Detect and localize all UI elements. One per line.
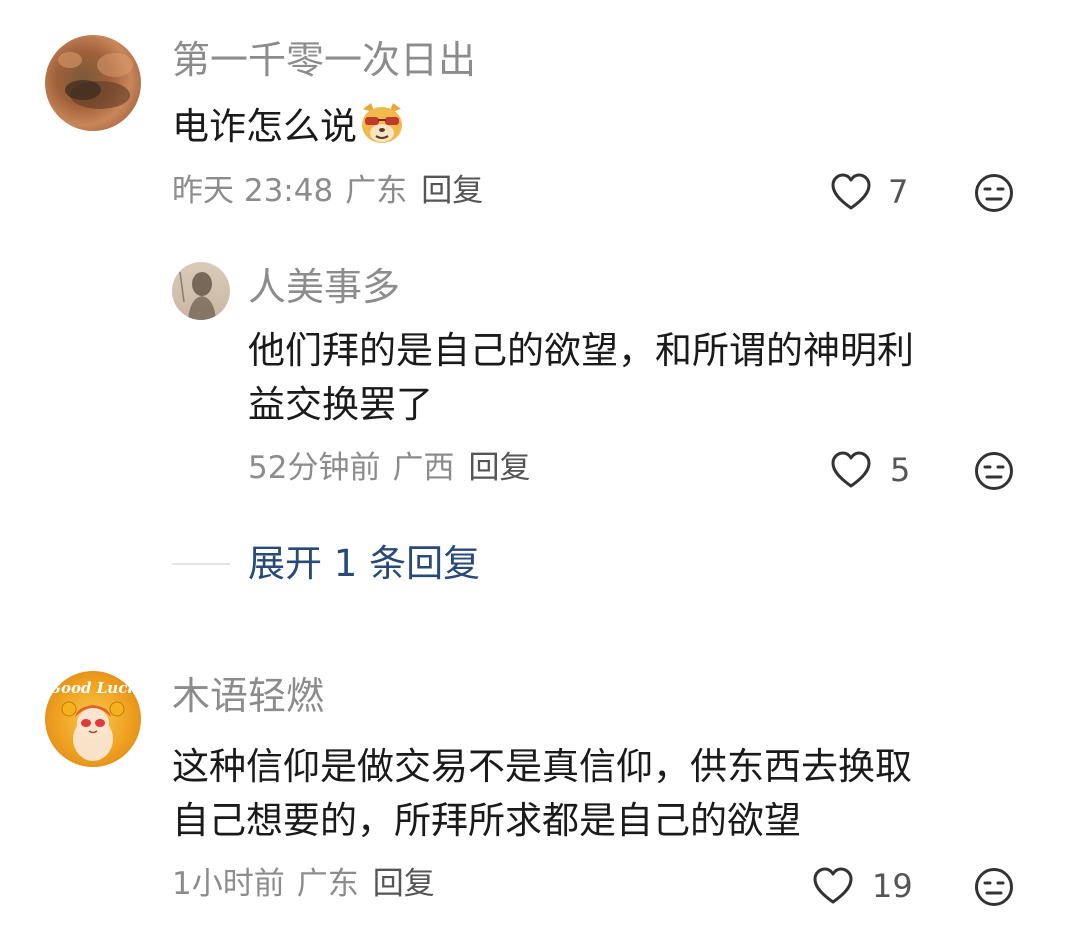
comment-text: 这种信仰是做交易不是真信仰，供东西去换取 自己想要的，所拜所求都是自己的欲望	[172, 740, 912, 848]
comment-text: 电诈怎么说	[172, 100, 405, 160]
doge-sunglasses-emoji	[359, 101, 405, 160]
like-count: 5	[890, 451, 911, 489]
avatar-badge-text: Good Luck	[48, 679, 138, 697]
reply-time: 52分钟前	[248, 450, 381, 486]
reply-avatar[interactable]	[172, 262, 230, 320]
reply-button[interactable]: 回复	[421, 173, 483, 209]
heart-icon[interactable]	[812, 866, 854, 906]
reply-meta: 52分钟前 广西 回复	[248, 453, 530, 484]
comment-meta: 昨天 23:48 广东 回复	[172, 176, 483, 207]
comment-text-body: 电诈怎么说	[172, 105, 357, 148]
comment-location: 广东	[296, 866, 359, 902]
meh-face-icon[interactable]	[974, 173, 1014, 213]
avatar-image	[179, 271, 216, 320]
heart-icon[interactable]	[830, 450, 872, 490]
heart-icon[interactable]	[830, 172, 872, 212]
expand-divider	[172, 563, 230, 565]
like-count: 19	[872, 867, 913, 905]
username[interactable]: 木语轻燃	[172, 677, 324, 715]
comment-meta: 1小时前 广东 回复	[172, 869, 435, 900]
avatar[interactable]	[45, 35, 141, 131]
reply-text: 他们拜的是自己的欲望，和所谓的神明利 益交换罢了	[248, 324, 914, 432]
comment-text-line: 这种信仰是做交易不是真信仰，供东西去换取	[172, 745, 912, 788]
reply-button[interactable]: 回复	[468, 450, 530, 486]
reply-username[interactable]: 人美事多	[248, 268, 400, 306]
comment-time: 昨天 23:48	[172, 173, 334, 209]
like-count: 7	[888, 173, 909, 211]
reply-text-line: 他们拜的是自己的欲望，和所谓的神明利	[248, 329, 914, 372]
avatar[interactable]: Good Luck	[45, 671, 141, 767]
avatar-image	[58, 52, 133, 109]
comment-time: 1小时前	[172, 866, 285, 902]
reply-text-line: 益交换罢了	[248, 383, 433, 426]
reply-location: 广西	[392, 450, 455, 486]
meh-face-icon[interactable]	[974, 451, 1014, 491]
comment-text-line: 自己想要的，所拜所求都是自己的欲望	[172, 799, 801, 842]
expand-replies-button[interactable]: 展开 1 条回复	[248, 545, 480, 582]
comment-location: 广东	[345, 173, 408, 209]
meh-face-icon[interactable]	[974, 867, 1014, 907]
reply-button[interactable]: 回复	[373, 866, 435, 902]
username[interactable]: 第一千零一次日出	[172, 41, 476, 79]
